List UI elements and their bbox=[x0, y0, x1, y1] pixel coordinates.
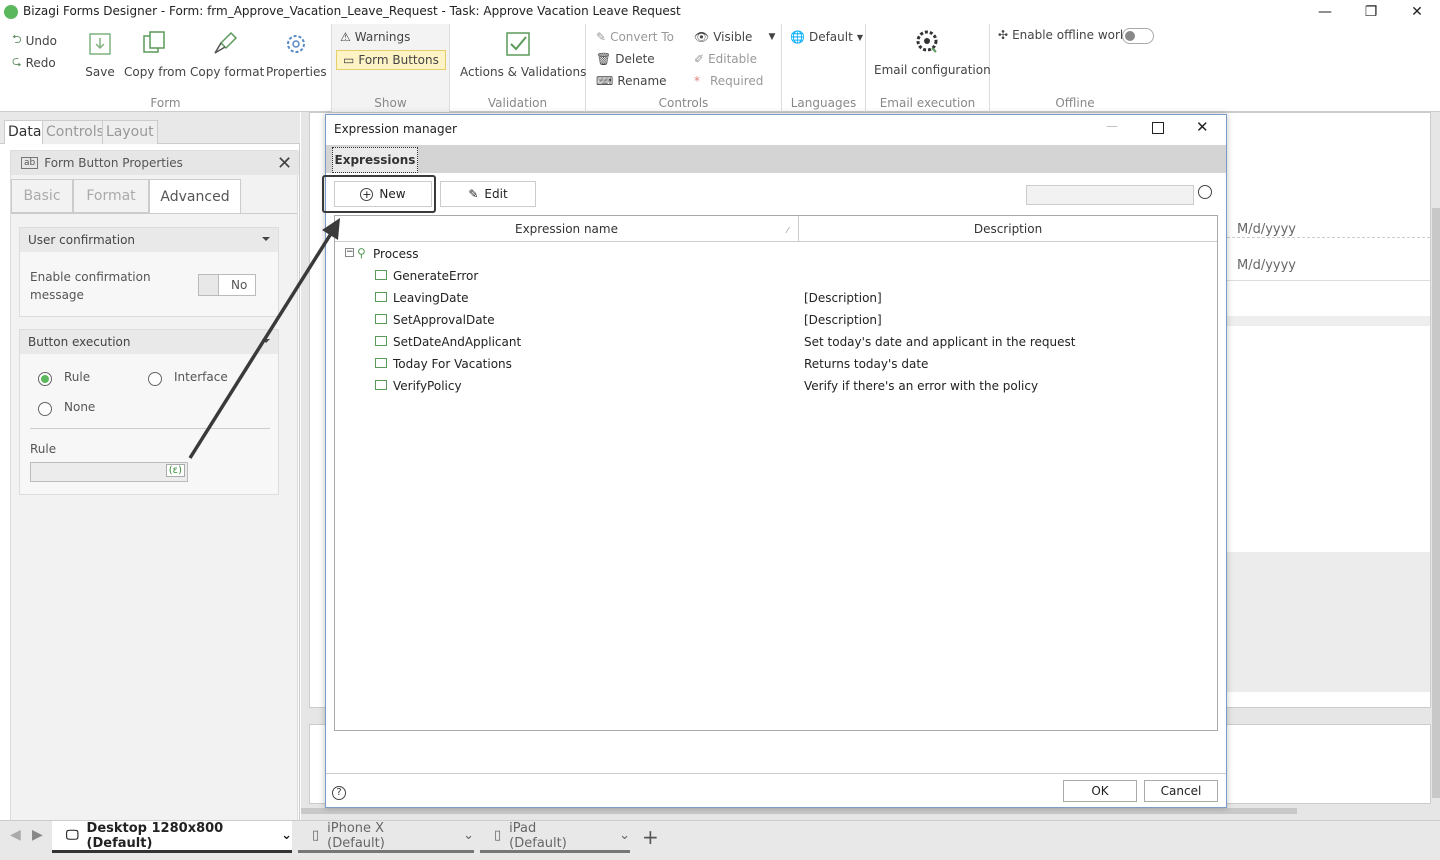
tablet-icon: ▯ bbox=[494, 828, 502, 843]
next-arrow-icon[interactable]: ▶ bbox=[32, 827, 43, 843]
chevron-down-icon: ⌄ bbox=[463, 828, 474, 843]
chevron-down-icon: ⌄ bbox=[619, 828, 630, 843]
phone-icon: ▯ bbox=[312, 828, 320, 843]
prev-arrow-icon[interactable]: ◀ bbox=[10, 827, 21, 843]
chevron-down-icon: ⌄ bbox=[281, 828, 292, 843]
tab-ipad[interactable]: ▯ iPad (Default) ⌄ bbox=[480, 821, 630, 853]
tab-desktop[interactable]: 🖵 Desktop 1280x800 (Default) ⌄ bbox=[52, 821, 292, 853]
monitor-icon: 🖵 bbox=[66, 828, 79, 843]
tab-iphone[interactable]: ▯ iPhone X (Default) ⌄ bbox=[298, 821, 474, 853]
add-device-icon[interactable]: + bbox=[642, 825, 659, 849]
device-bar: ◀ ▶ 🖵 Desktop 1280x800 (Default) ⌄ ▯ iPhone… bbox=[0, 820, 1440, 860]
annotation-arrow bbox=[188, 218, 340, 459]
